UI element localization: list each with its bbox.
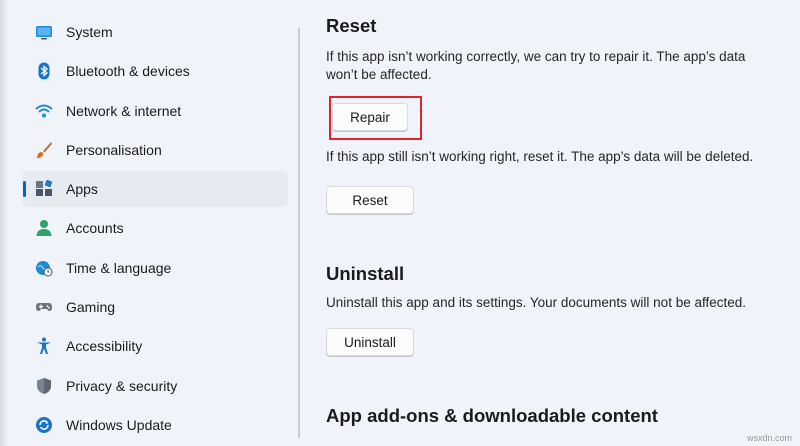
settings-window: System Bluetooth & devices Network & int… — [0, 0, 800, 446]
sidebar-item-personalisation[interactable]: Personalisation — [22, 132, 288, 168]
sidebar-item-bluetooth[interactable]: Bluetooth & devices — [22, 53, 288, 89]
sidebar-item-label: Personalisation — [66, 141, 162, 158]
monitor-icon — [35, 23, 53, 41]
window-edge — [0, 0, 8, 446]
sidebar-item-label: Windows Update — [66, 416, 172, 433]
settings-sidebar: System Bluetooth & devices Network & int… — [22, 14, 288, 446]
uninstall-button[interactable]: Uninstall — [326, 328, 414, 356]
brush-icon — [35, 141, 53, 159]
sidebar-item-label: Privacy & security — [66, 377, 178, 394]
wifi-icon — [35, 102, 53, 120]
sidebar-item-label: Accounts — [66, 220, 124, 237]
sidebar-item-apps[interactable]: Apps — [22, 171, 288, 208]
reset-description: If this app still isn’t working right, r… — [326, 149, 754, 164]
sidebar-item-accounts[interactable]: Accounts — [22, 210, 288, 246]
accessibility-icon — [35, 337, 53, 355]
sidebar-item-label: Gaming — [66, 299, 116, 316]
sidebar-item-network[interactable]: Network & internet — [22, 93, 288, 129]
reset-section-title: Reset — [326, 15, 377, 36]
pane-divider — [298, 28, 300, 438]
repair-description-line2: won’t be affected. — [326, 67, 432, 82]
sidebar-item-system[interactable]: System — [22, 14, 288, 50]
uninstall-description: Uninstall this app and its settings. You… — [326, 295, 747, 310]
person-icon — [35, 219, 53, 237]
sidebar-item-label: Network & internet — [66, 102, 182, 119]
sidebar-item-label: Accessibility — [66, 338, 143, 355]
sidebar-item-label: Bluetooth & devices — [66, 63, 190, 80]
apps-icon — [35, 180, 53, 198]
uninstall-section-title: Uninstall — [326, 263, 405, 284]
sidebar-item-accessibility[interactable]: Accessibility — [22, 328, 288, 364]
sidebar-item-gaming[interactable]: Gaming — [22, 289, 288, 325]
globe-clock-icon — [35, 259, 53, 277]
sidebar-item-privacy-security[interactable]: Privacy & security — [22, 368, 288, 404]
active-indicator — [23, 181, 26, 198]
shield-icon — [35, 377, 53, 395]
sidebar-item-windows-update[interactable]: Windows Update — [22, 407, 288, 443]
watermark: wsxdn.com — [746, 433, 792, 443]
sidebar-item-label: Apps — [66, 181, 98, 198]
gamepad-icon — [35, 298, 53, 316]
repair-highlight-box — [329, 96, 422, 140]
sidebar-item-label: System — [66, 24, 113, 40]
sidebar-item-label: Time & language — [66, 259, 172, 276]
reset-button[interactable]: Reset — [326, 186, 414, 214]
bluetooth-icon — [35, 62, 53, 80]
update-icon — [35, 416, 53, 434]
addons-section-title: App add-ons & downloadable content — [326, 405, 658, 426]
sidebar-item-time-language[interactable]: Time & language — [22, 250, 288, 286]
